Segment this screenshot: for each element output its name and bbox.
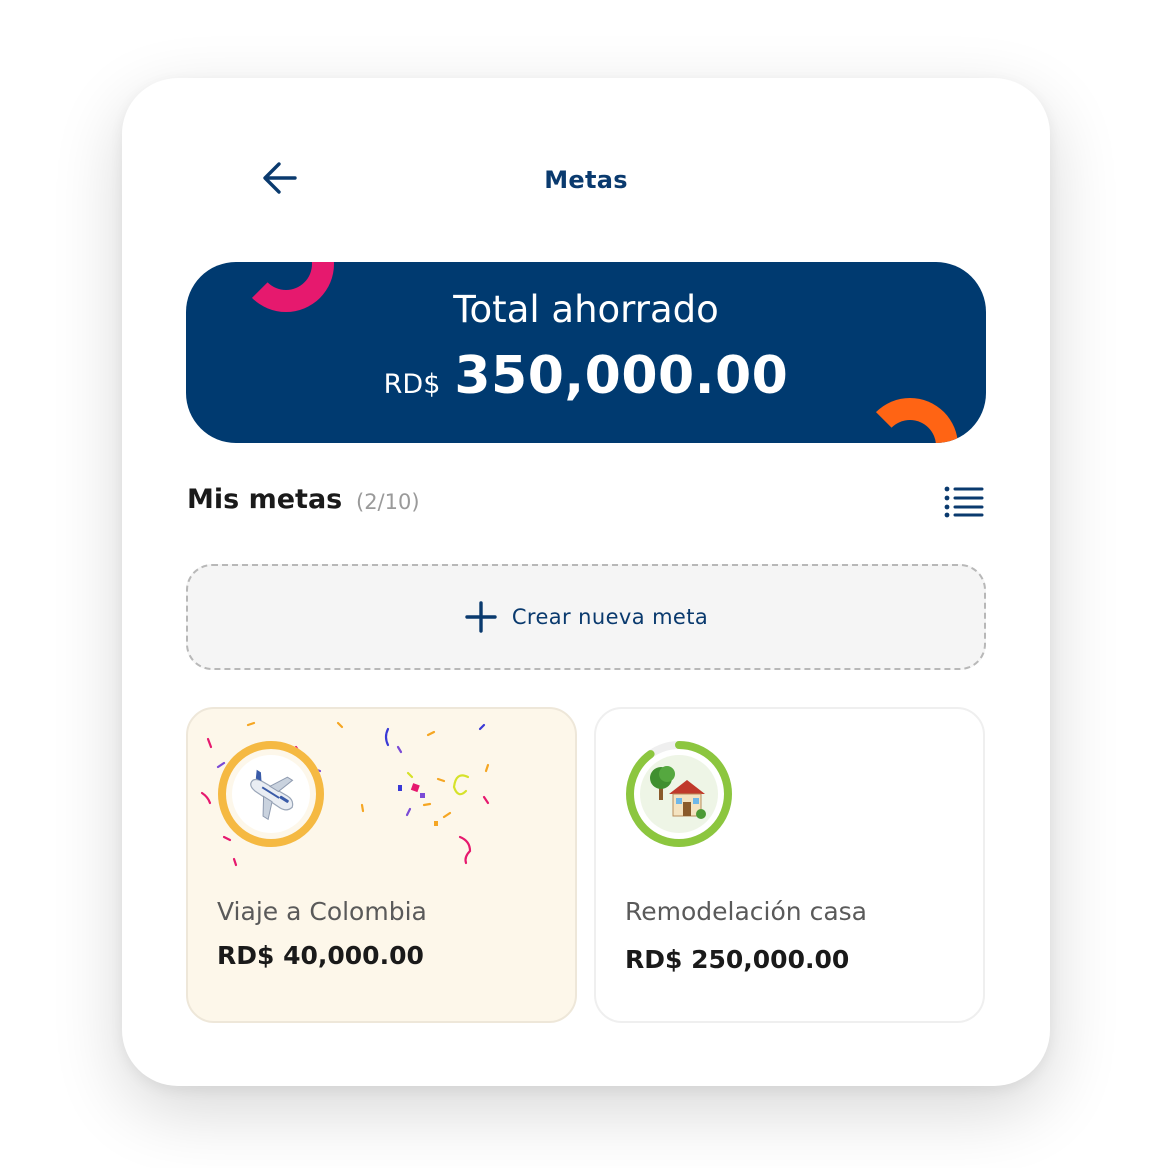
my-goals-header: Mis metas (2/10): [186, 480, 986, 524]
my-goals-count: (2/10): [356, 490, 420, 514]
create-goal-label: Crear nueva meta: [511, 605, 709, 629]
goal-amount: RD$ 250,000.00: [625, 945, 850, 974]
total-saved-banner: Total ahorrado RD$ 350,000.00: [186, 262, 986, 443]
total-saved-currency: RD$: [383, 369, 441, 400]
house-icon: [640, 755, 718, 833]
total-saved-value: 350,000.00: [454, 346, 789, 406]
list-view-button[interactable]: [942, 480, 986, 524]
goal-name: Remodelación casa: [625, 897, 867, 926]
goal-progress-ring: [216, 739, 326, 849]
total-saved-label: Total ahorrado: [453, 288, 719, 331]
list-icon: [944, 486, 984, 518]
plus-icon: [465, 601, 497, 633]
total-saved-amount: RD$ 350,000.00: [186, 346, 986, 406]
goal-card-remodelacion-casa[interactable]: Remodelación casa RD$ 250,000.00: [594, 707, 985, 1023]
goal-card-viaje-colombia[interactable]: Viaje a Colombia RD$ 40,000.00: [186, 707, 577, 1023]
goal-name: Viaje a Colombia: [217, 897, 427, 926]
goal-progress-ring: [624, 739, 734, 849]
airplane-icon: [232, 755, 310, 833]
page-title: Metas: [544, 166, 628, 194]
my-goals-title: Mis metas: [187, 484, 343, 515]
create-goal-button[interactable]: Crear nueva meta: [186, 564, 986, 670]
goal-amount: RD$ 40,000.00: [217, 941, 424, 970]
goals-screen: Metas Total ahorrado RD$ 350,000.00 Mis …: [122, 78, 1050, 1086]
